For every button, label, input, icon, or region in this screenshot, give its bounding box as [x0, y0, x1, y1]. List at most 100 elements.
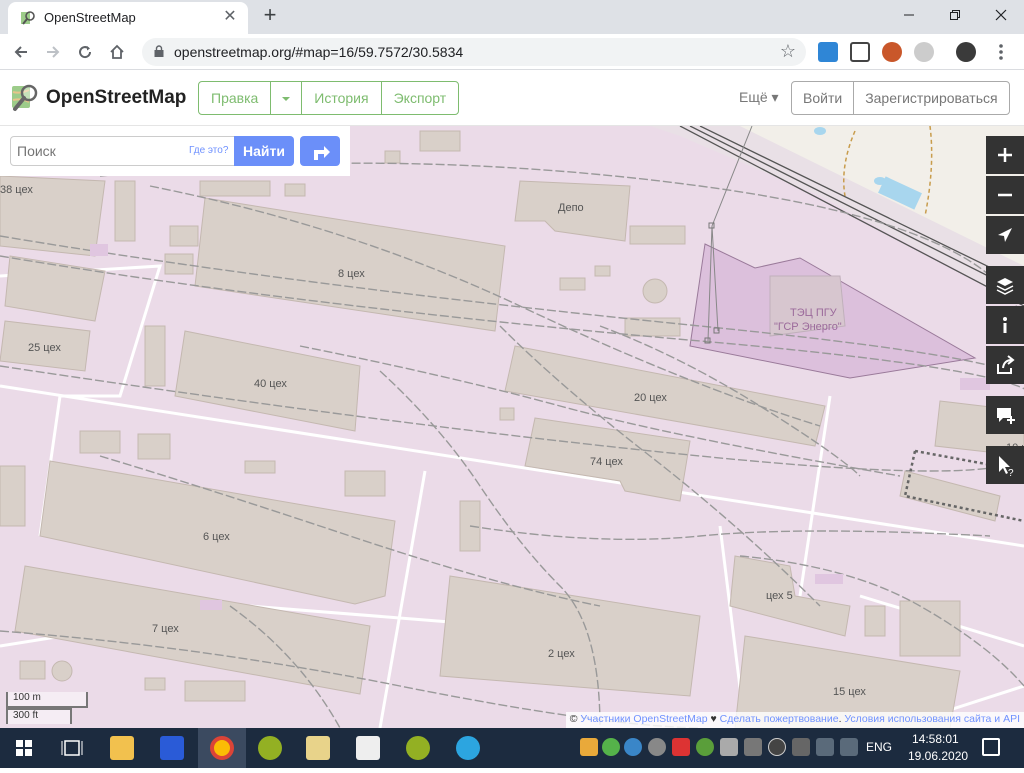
export-button[interactable]: Экспорт: [382, 82, 459, 114]
tray-torrent-icon[interactable]: [696, 738, 714, 756]
map-label-6: 6 цех: [203, 531, 230, 543]
map-label-25: 25 цех: [28, 342, 61, 354]
taskbar-qgis-1[interactable]: [246, 728, 294, 768]
map-label-74: 74 цех: [590, 456, 623, 468]
tray-red-icon[interactable]: [672, 738, 690, 756]
url-text: openstreetmap.org/#map=16/59.7572/30.583…: [174, 44, 464, 60]
search-button[interactable]: Найти: [234, 136, 294, 166]
bookmark-star-icon[interactable]: ☆: [780, 41, 796, 62]
taskbar-app-map[interactable]: [294, 728, 342, 768]
zoom-in-button[interactable]: [986, 136, 1024, 174]
directions-button[interactable]: [300, 136, 340, 166]
map-label-5: цех 5: [766, 590, 793, 602]
osm-logo-icon[interactable]: [10, 82, 40, 112]
home-icon[interactable]: [104, 39, 130, 65]
taskbar-chrome[interactable]: [198, 728, 246, 768]
osm-site-title[interactable]: OpenStreetMap: [46, 87, 186, 109]
login-button[interactable]: Войти: [792, 82, 855, 114]
legend-button[interactable]: [986, 306, 1024, 344]
taskbar-app-blue[interactable]: [148, 728, 196, 768]
osm-favicon-icon: [21, 11, 35, 25]
chrome-icon: [210, 736, 234, 760]
taskbar-explorer[interactable]: [98, 728, 146, 768]
extension-grey-icon[interactable]: [914, 42, 934, 62]
map-attribution: © Участники OpenStreetMap ♥ Сделать поже…: [565, 712, 1024, 728]
share-icon: [997, 355, 1015, 374]
scale-metric: 100 m: [6, 692, 88, 708]
task-view-button[interactable]: [48, 728, 96, 768]
locate-button[interactable]: [986, 216, 1024, 254]
extension-screenshot-icon[interactable]: [818, 42, 838, 62]
edit-dropdown-button[interactable]: [271, 82, 303, 114]
restore-icon[interactable]: [932, 0, 978, 30]
lock-icon: [154, 45, 164, 57]
directions-icon: [314, 146, 330, 160]
tray-sync-icon[interactable]: [648, 738, 666, 756]
add-note-button[interactable]: [986, 396, 1024, 434]
scale-imperial: 300 ft: [6, 708, 72, 724]
more-menu-button[interactable]: Ещё ▾: [739, 89, 779, 106]
tray-globe-icon[interactable]: [624, 738, 642, 756]
extension-avatar-icon[interactable]: [882, 42, 902, 62]
signup-button[interactable]: Зарегистрироваться: [854, 82, 1008, 114]
language-indicator[interactable]: ENG: [866, 740, 892, 754]
map-canvas[interactable]: 38 цех Депо 8 цех ТЭЦ ПГУ "ГСР Энерго" 2…: [0, 126, 1024, 728]
task-view-icon: [61, 740, 83, 756]
tray-network-icon[interactable]: [816, 738, 834, 756]
tray-check-icon[interactable]: [602, 738, 620, 756]
taskbar-app-doc[interactable]: [344, 728, 392, 768]
contributors-link[interactable]: Участники OpenStreetMap: [580, 713, 707, 725]
address-bar[interactable]: openstreetmap.org/#map=16/59.7572/30.583…: [142, 38, 806, 66]
tray-usb-icon[interactable]: [720, 738, 738, 756]
zoom-out-button[interactable]: [986, 176, 1024, 214]
clock-time[interactable]: 14:58:01: [912, 732, 959, 746]
chevron-down-icon: [282, 97, 291, 101]
map-app-icon: [306, 736, 330, 760]
tray-volume-icon[interactable]: [840, 738, 858, 756]
map-label-7: 7 цех: [152, 623, 179, 635]
attribution-heart: ♥: [707, 713, 720, 725]
map-label-tec-2: "ГСР Энерго": [774, 321, 842, 333]
where-is-this-link[interactable]: Где это?: [189, 145, 228, 156]
locate-arrow-icon: [998, 228, 1012, 242]
donate-link[interactable]: Сделать пожертвование: [720, 713, 839, 725]
tray-steam-icon[interactable]: [768, 738, 786, 756]
windows-taskbar: ENG 14:58:01 19.06.2020: [0, 728, 1024, 768]
search-panel: Где это? Найти: [0, 126, 350, 176]
clock-date[interactable]: 19.06.2020: [908, 749, 968, 763]
forward-icon[interactable]: [40, 39, 66, 65]
map-label-20: 20 цех: [634, 392, 667, 404]
new-tab-button[interactable]: +: [258, 4, 282, 28]
attribution-copyright: ©: [569, 713, 581, 725]
terms-link[interactable]: Условия использования сайта и API: [844, 713, 1020, 725]
app-grid-icon: [160, 736, 184, 760]
info-icon: [1003, 317, 1007, 333]
notification-center-icon[interactable]: [982, 738, 1000, 756]
tray-tools-icon[interactable]: [792, 738, 810, 756]
profile-avatar-icon[interactable]: [956, 42, 976, 62]
browser-menu-icon[interactable]: [994, 42, 1008, 62]
minus-icon: [998, 193, 1012, 197]
reload-icon[interactable]: [72, 39, 98, 65]
start-button[interactable]: [0, 728, 48, 768]
map-label-2: 2 цех: [548, 648, 575, 660]
tab-close-icon[interactable]: ✕: [220, 7, 240, 27]
tab-title: OpenStreetMap: [44, 10, 136, 25]
query-features-button[interactable]: ?: [986, 446, 1024, 484]
back-icon[interactable]: [8, 39, 34, 65]
folder-icon: [110, 736, 134, 760]
extension-library-icon[interactable]: [850, 42, 870, 62]
window-close-icon[interactable]: [978, 0, 1024, 30]
taskbar-telegram[interactable]: [444, 728, 492, 768]
history-button[interactable]: История: [302, 82, 382, 114]
edit-button[interactable]: Правка: [199, 82, 272, 114]
tray-app-icon[interactable]: [580, 738, 598, 756]
layers-button[interactable]: [986, 266, 1024, 304]
share-button[interactable]: [986, 346, 1024, 384]
map-label-38: 38 цех: [0, 184, 33, 196]
tray-pen-icon[interactable]: [744, 738, 762, 756]
minimize-icon[interactable]: [886, 0, 932, 30]
browser-tab[interactable]: OpenStreetMap ✕: [8, 2, 248, 34]
auth-button-group: Войти Зарегистрироваться: [791, 81, 1010, 115]
taskbar-qgis-2[interactable]: [394, 728, 442, 768]
